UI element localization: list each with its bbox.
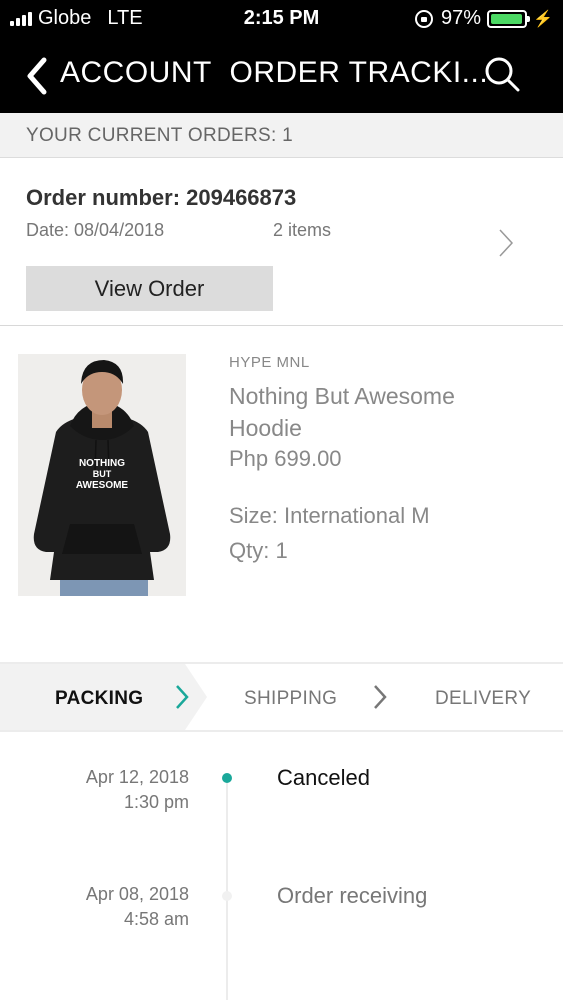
nav-bar: ACCOUNT ORDER TRACKI... — [0, 38, 563, 113]
hoodie-print-line1: NOTHING — [79, 458, 125, 469]
status-left: Globe LTE — [10, 7, 143, 30]
orientation-lock-icon — [415, 9, 434, 28]
timeline-dot — [222, 891, 232, 901]
current-orders-header: YOUR CURRENT ORDERS: 1 — [0, 113, 563, 158]
carrier-name: Globe — [38, 7, 92, 29]
status-right: 97% ⚡ — [415, 7, 553, 30]
battery-fill — [491, 13, 523, 24]
chevron-right-icon — [499, 229, 514, 257]
order-date: Date: 08/04/2018 — [26, 220, 165, 240]
search-icon — [485, 57, 520, 92]
timeline-status: Canceled — [277, 765, 370, 790]
tracking-tabs: PACKING SHIPPING DELIVERY — [0, 662, 563, 732]
title-account: ACCOUNT — [60, 56, 212, 89]
battery-icon — [487, 9, 531, 28]
view-order-button[interactable]: View Order — [26, 266, 273, 311]
status-bar: Globe LTE 2:15 PM 97% ⚡ — [0, 0, 563, 38]
product-price: Php 699.00 — [229, 446, 342, 471]
signal-icon — [10, 11, 32, 26]
chevron-right-icon — [176, 685, 189, 709]
hoodie-print-line3: AWESOME — [76, 480, 129, 491]
timeline-date-day: Apr 08, 2018 — [85, 884, 189, 904]
product-size: Size: International M — [229, 503, 430, 528]
charging-icon: ⚡ — [533, 10, 553, 28]
chevron-right-icon — [374, 685, 387, 709]
product-brand: HYPE MNL — [229, 354, 310, 371]
product-image[interactable]: NOTHING BUT AWESOME — [18, 354, 186, 596]
network-type: LTE — [107, 7, 143, 29]
title-order-tracking: ORDER TRACKI... — [229, 56, 489, 89]
timeline-date-day: Apr 12, 2018 — [85, 767, 189, 787]
search-button[interactable] — [482, 54, 522, 94]
tab-delivery[interactable]: DELIVERY — [435, 688, 531, 710]
tab-packing[interactable]: PACKING — [55, 688, 143, 710]
tab-shipping[interactable]: SHIPPING — [244, 688, 337, 710]
order-item-count: 2 items — [273, 220, 332, 240]
hoodie-photo: NOTHING BUT AWESOME — [18, 354, 186, 596]
timeline-date-time: 4:58 am — [123, 909, 189, 929]
divider — [0, 325, 563, 326]
current-orders-label: YOUR CURRENT ORDERS: 1 — [26, 125, 294, 146]
product-qty: Qty: 1 — [229, 538, 288, 563]
timeline-dot-active — [222, 773, 232, 783]
order-detail-chevron[interactable] — [496, 228, 516, 258]
hoodie-print-line2: BUT — [93, 469, 112, 479]
product-name[interactable]: Nothing But Awesome Hoodie — [229, 380, 529, 444]
tab-arrow-shape — [185, 664, 207, 730]
timeline-date: Apr 08, 2018 4:58 am — [0, 882, 189, 932]
page-title: ACCOUNT ORDER TRACKI... — [60, 56, 488, 90]
timeline-date: Apr 12, 2018 1:30 pm — [0, 765, 189, 815]
timeline-line — [226, 778, 228, 1000]
order-number: Order number: 209466873 — [26, 185, 297, 210]
timeline-date-time: 1:30 pm — [123, 792, 189, 812]
chevron-left-icon — [27, 57, 47, 95]
battery-percent: 97% — [441, 7, 482, 29]
timeline-status: Order receiving — [277, 883, 428, 908]
back-button[interactable] — [24, 56, 54, 96]
